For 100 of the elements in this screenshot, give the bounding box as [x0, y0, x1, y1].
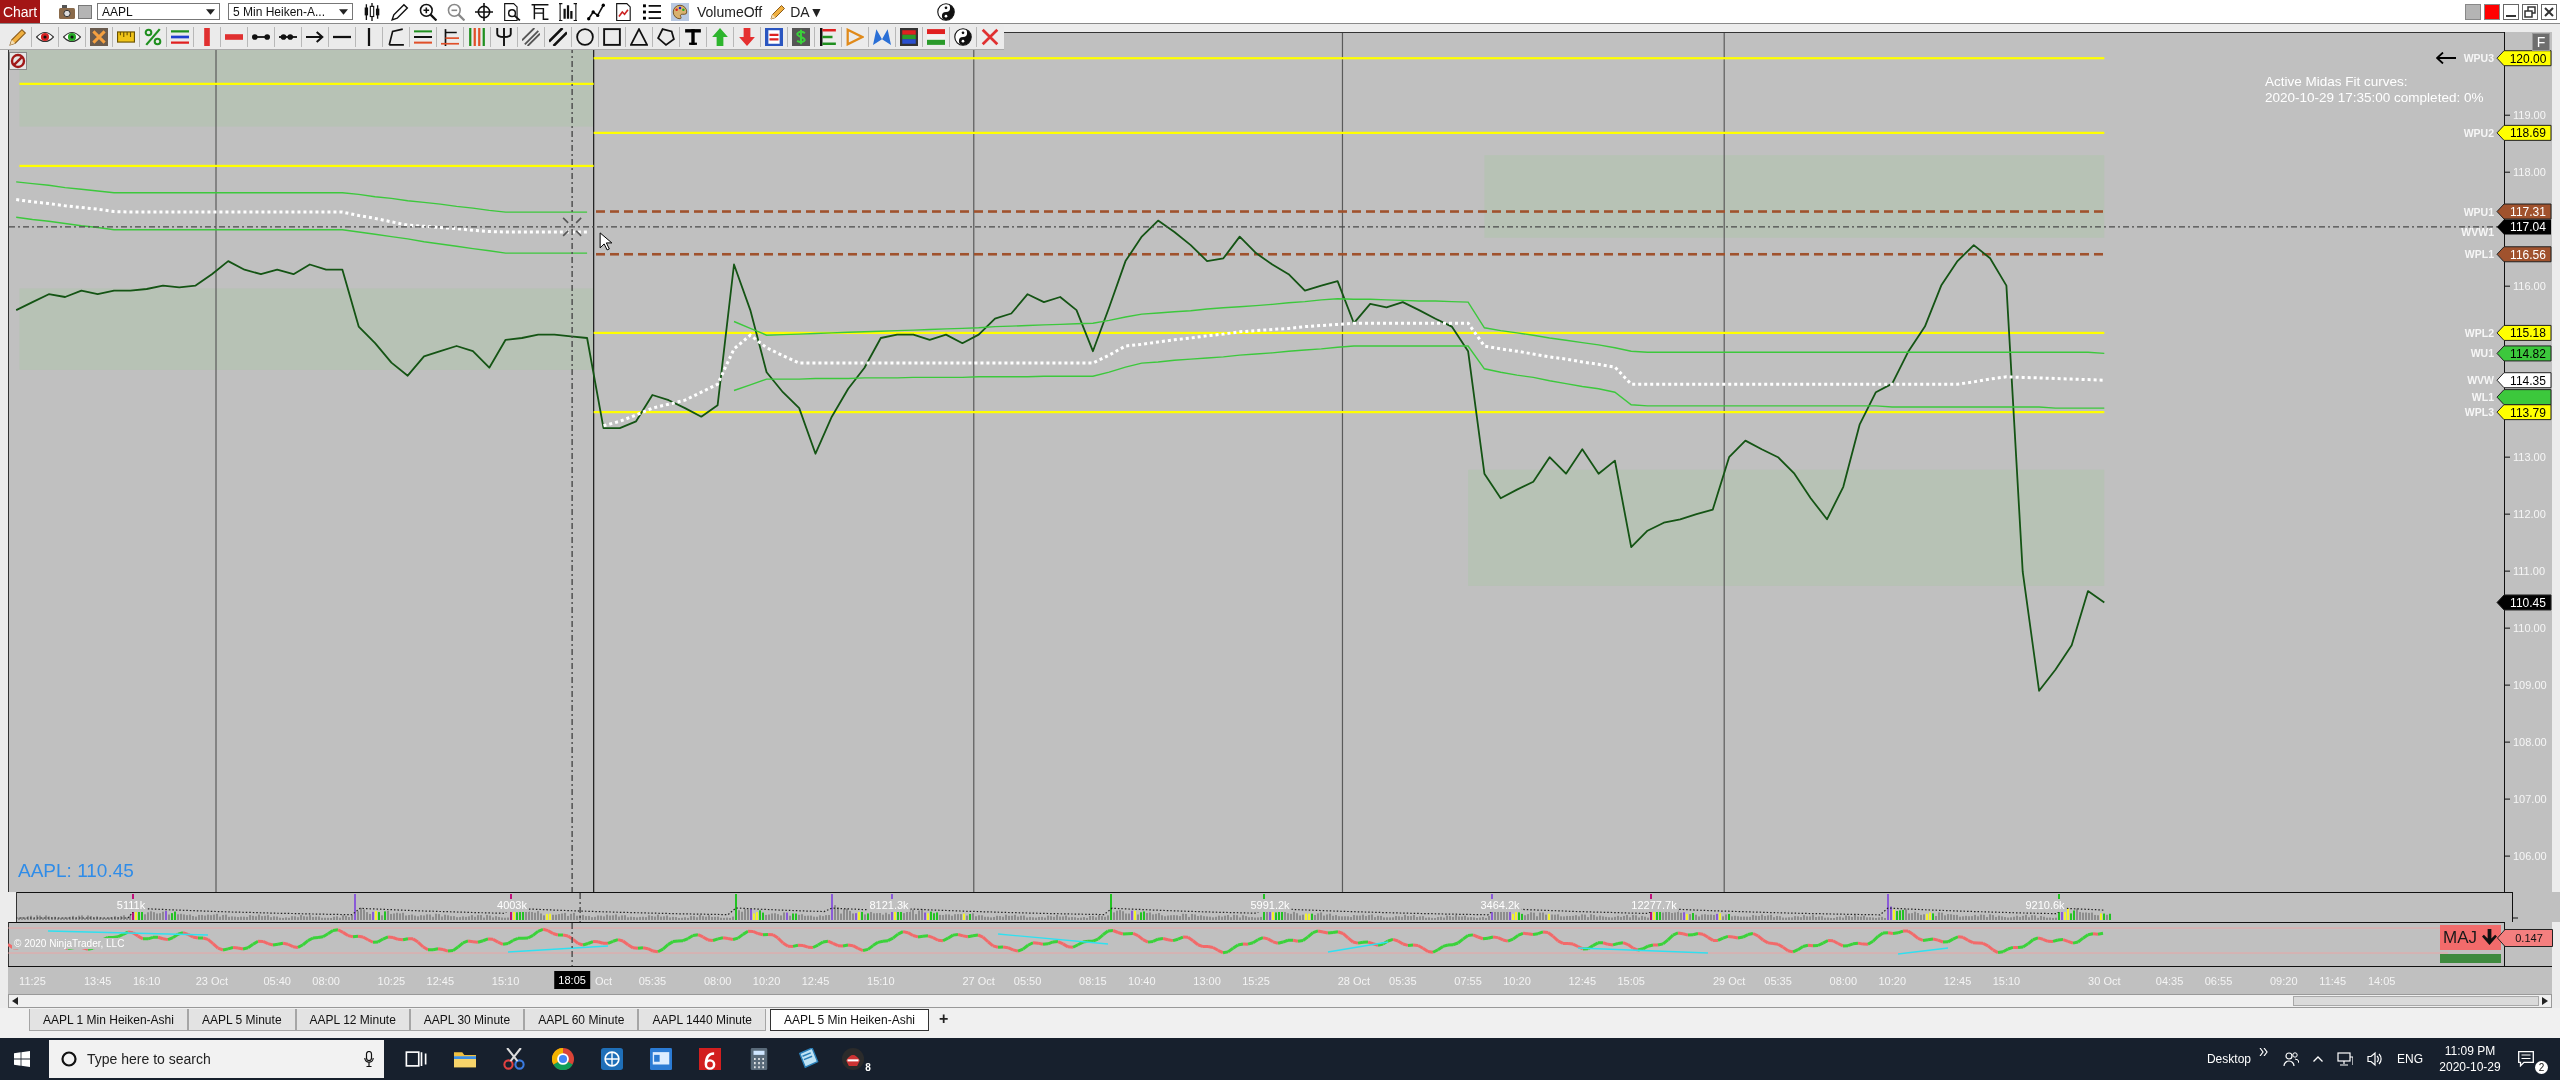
- swatch-icon[interactable]: [2465, 3, 2481, 20]
- color-tile-icon[interactable]: [900, 28, 918, 46]
- dome-icon: [842, 1048, 865, 1070]
- left-arrow-icon[interactable]: [12, 997, 18, 1005]
- document-chart-icon[interactable]: [615, 2, 633, 21]
- ruler-icon[interactable]: [117, 28, 135, 46]
- chart-tab[interactable]: AAPL 5 Minute: [187, 1009, 296, 1031]
- chart-tab[interactable]: AAPL 1 Min Heiken-Ashi: [29, 1009, 188, 1031]
- chart-tab[interactable]: AAPL 1440 Minute: [638, 1009, 767, 1031]
- square-icon[interactable]: [603, 28, 621, 46]
- price-tag: 116.56: [2496, 246, 2552, 263]
- polygon-icon[interactable]: [657, 28, 675, 46]
- chart-tab[interactable]: AAPL 60 Minute: [524, 1009, 639, 1031]
- f-button[interactable]: F: [2532, 33, 2550, 51]
- caret-up-icon[interactable]: [2313, 1056, 2323, 1062]
- price-tag: 114.82: [2496, 345, 2552, 362]
- e-shape-icon[interactable]: [819, 28, 837, 46]
- instrument-dropdown[interactable]: AAPL: [97, 3, 220, 20]
- zoom-in-icon[interactable]: [419, 2, 437, 21]
- x-mark-icon[interactable]: [90, 28, 108, 46]
- no-entry-icon[interactable]: [9, 52, 27, 70]
- parallel-lines-icon[interactable]: [522, 28, 540, 46]
- palette-icon[interactable]: [671, 2, 689, 21]
- level-lines-icon[interactable]: [414, 28, 432, 46]
- left-arrow-icon[interactable]: [2436, 52, 2456, 64]
- speaker-icon[interactable]: [2367, 1051, 2383, 1067]
- bar-chart-icon[interactable]: [559, 2, 577, 21]
- circle-icon: [61, 1051, 77, 1067]
- interval-dropdown[interactable]: 5 Min Heiken-A...: [228, 3, 353, 20]
- draw-menu[interactable]: DA▼: [790, 3, 824, 20]
- add-tab-button[interactable]: +: [935, 1008, 953, 1030]
- language-indicator[interactable]: ENG: [2397, 1052, 2423, 1066]
- scroll-thumb[interactable]: [2293, 996, 2539, 1006]
- crosshair-time-label: 18:05: [554, 971, 590, 989]
- microphone-icon[interactable]: [364, 1051, 374, 1067]
- price-tag: 114.35: [2496, 372, 2552, 389]
- zoom-out-icon[interactable]: [447, 2, 465, 21]
- stacked-lines-icon[interactable]: [171, 28, 189, 46]
- volume-toggle[interactable]: VolumeOff: [697, 3, 763, 20]
- camera-icon[interactable]: [59, 4, 75, 19]
- down-arrow-icon[interactable]: [738, 28, 756, 46]
- y-tick-label: 118.69: [2510, 126, 2547, 141]
- volume-value: 4003k: [495, 899, 529, 912]
- pencil-icon[interactable]: [391, 2, 409, 21]
- m-shape-icon[interactable]: [873, 28, 891, 46]
- minimize-icon[interactable]: [2503, 3, 2519, 20]
- triangle-icon[interactable]: [630, 28, 648, 46]
- chevron-icon[interactable]: [2259, 1048, 2269, 1056]
- scrollbar[interactable]: [8, 994, 2552, 1008]
- status-text: 2020-10-29 17:35:00 completed: 0%: [2265, 90, 2484, 106]
- monitor-icon[interactable]: [2337, 1051, 2353, 1067]
- text-box-icon[interactable]: [765, 28, 783, 46]
- time-bars-icon[interactable]: [468, 28, 486, 46]
- people-icon[interactable]: [2283, 1051, 2299, 1067]
- volume-value: 9210.6k: [2023, 899, 2067, 912]
- crosshair-icon[interactable]: [475, 2, 493, 21]
- close-icon[interactable]: [2541, 3, 2557, 20]
- list-icon[interactable]: [643, 2, 661, 21]
- yin-yang-icon[interactable]: [954, 28, 972, 46]
- clock-time[interactable]: 11:09 PM: [2444, 1043, 2496, 1059]
- y-tick-label: 117.31: [2510, 205, 2547, 220]
- percent-icon[interactable]: [144, 28, 162, 46]
- frame-lines-icon[interactable]: [531, 2, 549, 21]
- stripes-icon[interactable]: [927, 28, 945, 46]
- swatch-icon[interactable]: [78, 4, 92, 19]
- volume-value: 12277.7k: [1629, 899, 1679, 912]
- dollar-icon[interactable]: [792, 28, 810, 46]
- channel-icon[interactable]: [549, 28, 567, 46]
- y-tick-label: 114.82: [2510, 346, 2547, 361]
- chart-tab[interactable]: AAPL 30 Minute: [409, 1009, 525, 1031]
- polyline-icon[interactable]: [387, 28, 405, 46]
- text-tool-icon[interactable]: [684, 28, 702, 46]
- circle-icon[interactable]: [576, 28, 594, 46]
- volume-value: 5991.2k: [1248, 899, 1292, 912]
- volume-value: 8121.3k: [867, 899, 911, 912]
- desktop-toolbar[interactable]: Desktop: [2206, 1052, 2251, 1066]
- instrument-price-label: AAPL: 110.45: [18, 860, 134, 882]
- swatch-icon[interactable]: [2484, 3, 2500, 20]
- arrow-line-icon[interactable]: [306, 28, 324, 46]
- candlestick-icon[interactable]: [363, 2, 381, 21]
- document-search-icon[interactable]: [503, 2, 521, 21]
- window-icon: [649, 1048, 672, 1070]
- pitchfork-icon[interactable]: [495, 28, 513, 46]
- price-tag: 117.04: [2497, 219, 2551, 235]
- extension-lines-icon[interactable]: [441, 28, 459, 46]
- taskbar-app[interactable]: 8: [832, 1038, 881, 1080]
- yin-yang-icon[interactable]: [937, 2, 956, 21]
- four-panes-icon[interactable]: [14, 1051, 30, 1067]
- crosshair-marker-icon: [562, 217, 582, 237]
- chart-tab[interactable]: AAPL 12 Minute: [295, 1009, 410, 1031]
- right-arrow-icon[interactable]: [2542, 997, 2548, 1005]
- signal-strip: [2440, 954, 2501, 963]
- search-field[interactable]: Type here to search: [49, 1040, 384, 1078]
- restore-icon[interactable]: [2522, 3, 2538, 20]
- chart-menu-button[interactable]: Chart: [0, 0, 40, 23]
- chart-tab[interactable]: AAPL 5 Min Heiken-Ashi: [770, 1009, 929, 1031]
- clock-date[interactable]: 2020-10-29: [2439, 1059, 2501, 1075]
- volume-value: 3464.2k: [1478, 899, 1522, 912]
- message-icon[interactable]: [2518, 1051, 2534, 1067]
- line-chart-icon[interactable]: [587, 2, 605, 21]
